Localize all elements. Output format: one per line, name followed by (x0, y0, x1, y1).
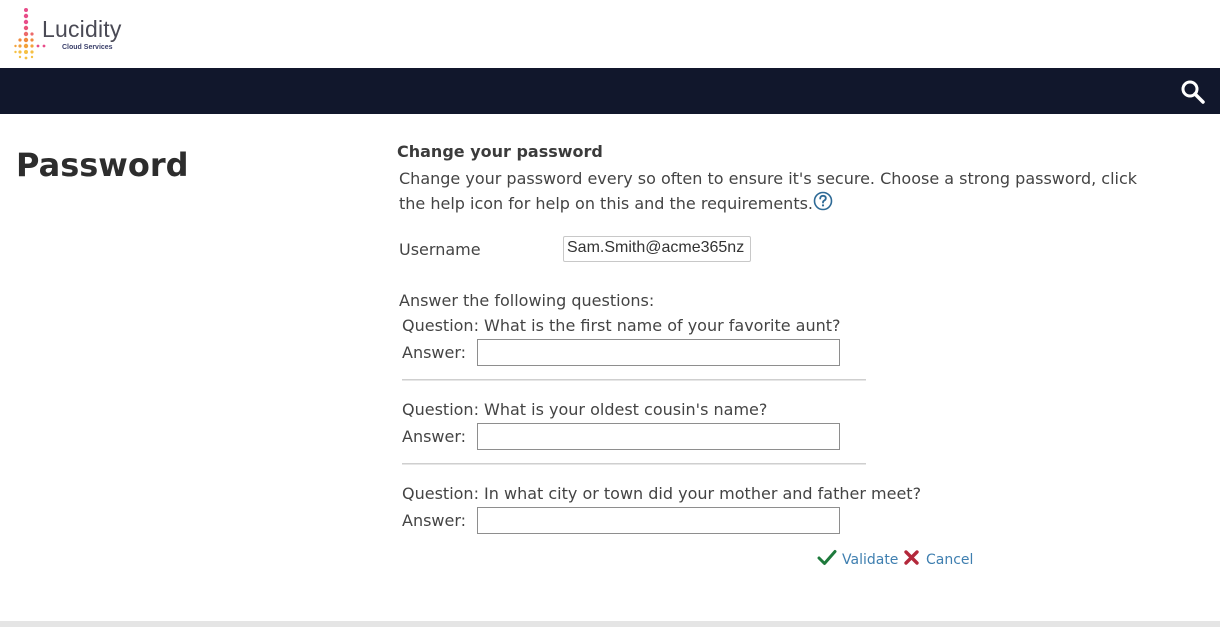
form-actions: Validate Cancel (817, 548, 1017, 572)
section-title: Change your password (397, 142, 603, 161)
question-block: Question: In what city or town did your … (402, 484, 922, 535)
top-navbar (0, 68, 1220, 114)
question-circle-icon[interactable] (813, 191, 833, 211)
footer-bar (0, 621, 1220, 627)
close-icon (902, 548, 922, 568)
lucidity-logo[interactable]: Lucidity Cloud Services (14, 6, 144, 62)
search-icon[interactable] (1180, 79, 1206, 105)
answer-row: Answer: (402, 423, 872, 451)
username-row: Username Sam.Smith@acme365nz (399, 236, 799, 262)
description-text: Change your password every so often to e… (399, 169, 1138, 213)
answer-label: Answer: (402, 427, 467, 446)
divider (402, 463, 866, 465)
answer-label: Answer: (402, 511, 467, 530)
answer-label: Answer: (402, 343, 467, 362)
answer-input-3[interactable] (477, 507, 840, 534)
question-block: Question: What is your oldest cousin's n… (402, 400, 872, 451)
question-text: Question: What is your oldest cousin's n… (402, 400, 768, 419)
form-description: Change your password every so often to e… (399, 167, 1144, 216)
answer-input-2[interactable] (477, 423, 840, 450)
validate-label: Validate (842, 552, 899, 568)
header: Lucidity Cloud Services (0, 0, 1220, 68)
questions-intro: Answer the following questions: (399, 291, 655, 310)
cancel-label: Cancel (926, 552, 974, 568)
question-text: Question: What is the first name of your… (402, 316, 841, 335)
logo-wordmark: Lucidity (42, 16, 122, 42)
answer-row: Answer: (402, 507, 872, 535)
cancel-button[interactable]: Cancel (902, 548, 982, 572)
username-field[interactable]: Sam.Smith@acme365nz (563, 236, 751, 262)
answer-input-1[interactable] (477, 339, 840, 366)
question-text: Question: In what city or town did your … (402, 484, 922, 503)
password-form: Change your password Change your passwor… (397, 142, 1157, 568)
logo-tagline: Cloud Services (62, 44, 113, 51)
answer-row: Answer: (402, 339, 872, 367)
question-block: Question: What is the first name of your… (402, 316, 872, 367)
username-label: Username (399, 240, 481, 259)
page-title: Password (16, 146, 189, 184)
divider (402, 379, 866, 381)
validate-button[interactable]: Validate (817, 548, 899, 572)
check-icon (817, 548, 837, 568)
